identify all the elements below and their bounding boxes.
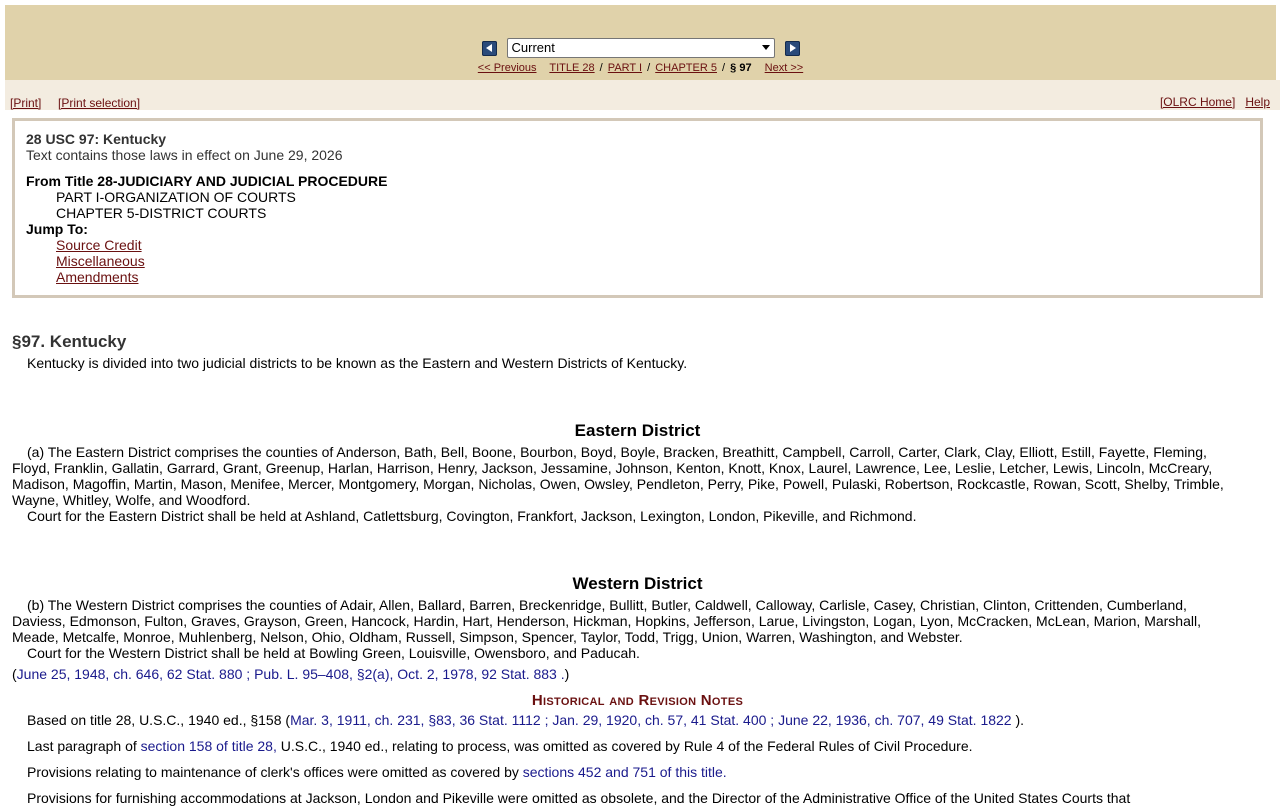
top-nav-bar: Current << Previous TITLE 28 / PART I / … xyxy=(5,5,1276,80)
source-credit-close: ) xyxy=(564,666,570,682)
notes-paragraph-partial: Provisions for furnishing accommodations… xyxy=(27,790,1131,806)
eastern-line: Floyd, Franklin, Gallatin, Garrard, Gran… xyxy=(12,460,1213,476)
eastern-line: (a) The Eastern District comprises the c… xyxy=(27,444,1207,460)
version-select-value: Current xyxy=(511,40,555,55)
notes-p1-suffix: ). xyxy=(1015,712,1025,728)
effective-date-note: Text contains those laws in effect on Ju… xyxy=(26,147,343,163)
print-link[interactable]: [Print] xyxy=(10,96,41,110)
eastern-court-locations: Court for the Eastern District shall be … xyxy=(27,508,917,524)
eastern-line: Wayne, Whitley, Wolfe, and Woodford. xyxy=(12,492,251,508)
historical-notes-heading: Historical and Revision Notes xyxy=(531,692,744,709)
breadcrumb: << Previous TITLE 28 / PART I / CHAPTER … xyxy=(5,62,1276,74)
jump-to-label: Jump To: xyxy=(26,221,88,237)
from-title-line: From Title 28-JUDICIARY AND JUDICIAL PRO… xyxy=(26,173,388,189)
version-select[interactable]: Current xyxy=(506,38,775,58)
notes-paragraph: Last paragraph of section 158 of title 2… xyxy=(27,738,973,754)
notes-paragraph: Provisions relating to maintenance of cl… xyxy=(27,764,727,780)
statute-citation-link[interactable]: Mar. 3, 1911, ch. 231, §83, 36 Stat. 111… xyxy=(290,712,1015,728)
next-arrow-icon[interactable] xyxy=(784,40,800,56)
section-heading: §97. Kentucky xyxy=(12,332,127,351)
western-line: Daviess, Edmonson, Fulton, Graves, Grays… xyxy=(12,613,1201,629)
section-selector-row: Current xyxy=(5,38,1276,58)
source-credit-link[interactable]: June 25, 1948, ch. 646, 62 Stat. 880 ; P… xyxy=(17,666,565,682)
chapter-line: CHAPTER 5-DISTRICT COURTS xyxy=(56,205,267,221)
western-line: Meade, Metcalfe, Monroe, Muhlenberg, Nel… xyxy=(12,629,963,645)
previous-link[interactable]: << Previous xyxy=(478,62,537,74)
notes-p1-prefix: Based on title 28, U.S.C., 1940 ed., §15… xyxy=(27,712,291,728)
western-court-locations: Court for the Western District shall be … xyxy=(27,645,640,661)
part-line: PART I-ORGANIZATION OF COURTS xyxy=(56,189,296,205)
western-line: (b) The Western District comprises the c… xyxy=(27,597,1187,613)
jump-amendments-link[interactable]: Amendments xyxy=(56,269,138,285)
olrc-home-link[interactable]: [OLRC Home] xyxy=(1160,95,1235,109)
notes-p3-prefix: Provisions relating to maintenance of cl… xyxy=(27,764,523,780)
eastern-district-heading: Eastern District xyxy=(574,421,701,440)
help-link[interactable]: Help xyxy=(1245,95,1270,109)
eastern-district-text: (a) The Eastern District comprises the c… xyxy=(12,444,1274,524)
breadcrumb-separator: / xyxy=(722,62,726,74)
section-intro: Kentucky is divided into two judicial di… xyxy=(27,355,688,371)
print-toolbar: [Print] [Print selection] [OLRC Home] He… xyxy=(5,80,1280,110)
previous-arrow-icon[interactable] xyxy=(481,40,497,56)
breadcrumb-separator: / xyxy=(599,62,603,74)
print-selection-link[interactable]: [Print selection] xyxy=(58,96,140,110)
current-section-label: § 97 xyxy=(730,62,752,74)
section-158-link[interactable]: section 158 of title 28, xyxy=(141,738,277,754)
part-link[interactable]: PART I xyxy=(608,62,642,74)
next-link[interactable]: Next >> xyxy=(765,62,804,74)
chevron-down-icon xyxy=(761,45,770,50)
jump-source-credit-link[interactable]: Source Credit xyxy=(56,237,142,253)
source-credit: (June 25, 1948, ch. 646, 62 Stat. 880 ; … xyxy=(12,666,569,682)
notes-paragraph: Based on title 28, U.S.C., 1940 ed., §15… xyxy=(27,712,1024,728)
eastern-line: Madison, Magoffin, Martin, Mason, Menife… xyxy=(12,476,1224,492)
jump-miscellaneous-link[interactable]: Miscellaneous xyxy=(56,253,145,269)
breadcrumb-separator: / xyxy=(647,62,651,74)
western-district-text: (b) The Western District comprises the c… xyxy=(12,597,1274,661)
western-district-heading: Western District xyxy=(572,574,703,593)
notes-p2-suffix: U.S.C., 1940 ed., relating to process, w… xyxy=(276,738,973,754)
title-link[interactable]: TITLE 28 xyxy=(549,62,594,74)
sections-452-751-link[interactable]: sections 452 and 751 of this title. xyxy=(523,764,727,780)
chapter-link[interactable]: CHAPTER 5 xyxy=(655,62,717,74)
document-info-box: 28 USC 97: Kentucky Text contains those … xyxy=(12,118,1263,298)
notes-p2-prefix: Last paragraph of xyxy=(27,738,141,754)
document-title: 28 USC 97: Kentucky xyxy=(26,131,167,147)
